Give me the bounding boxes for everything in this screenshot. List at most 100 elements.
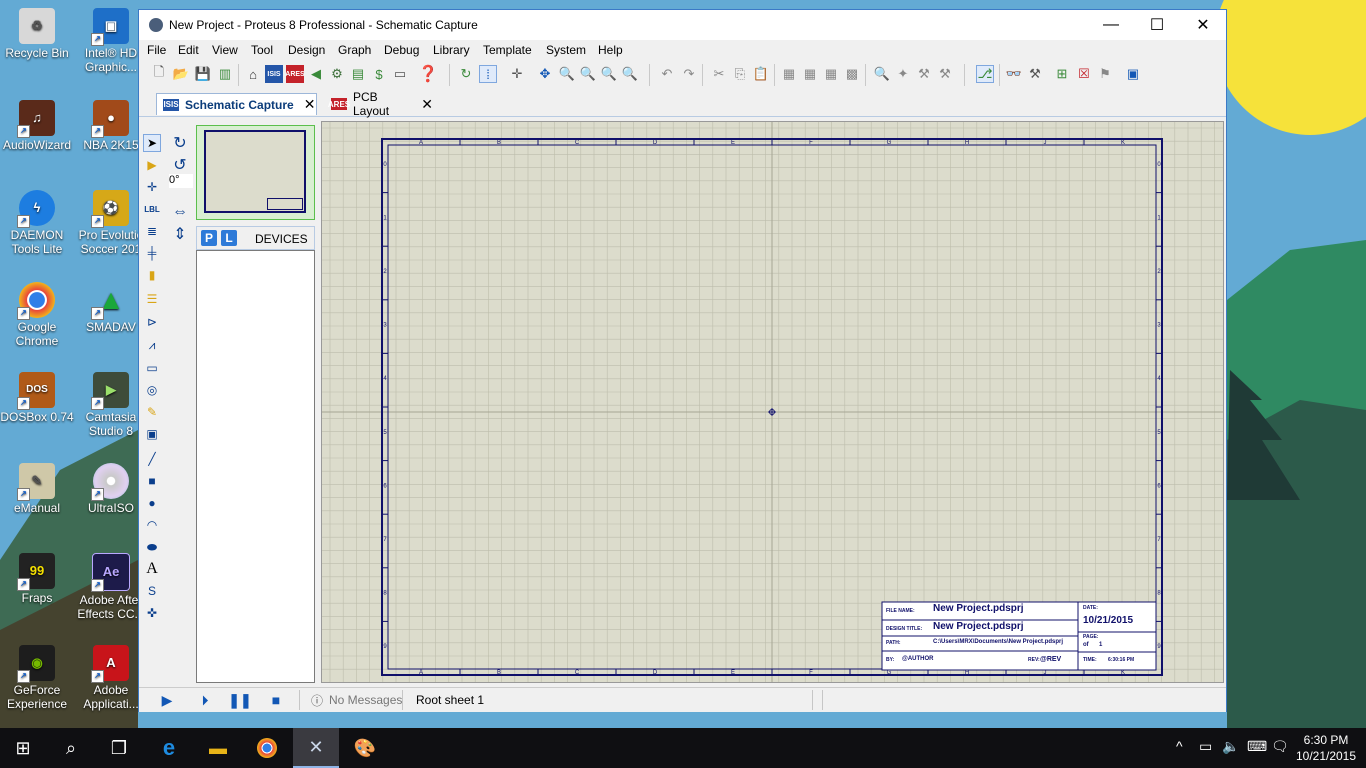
menu-system[interactable]: System xyxy=(546,43,586,57)
voltage-probe-icon[interactable]: ✎ xyxy=(143,403,161,421)
play-icon[interactable]: ▶ xyxy=(159,692,175,708)
gerber-icon[interactable]: ▭ xyxy=(391,65,409,83)
device-pins-icon[interactable]: ⊳ xyxy=(143,313,161,331)
close-tab-icon[interactable]: ✕ xyxy=(304,96,316,113)
make-device-icon[interactable]: ✦ xyxy=(894,65,912,83)
block-copy-icon[interactable]: ▦ xyxy=(780,65,798,83)
start-windows-icon[interactable]: ⊞ xyxy=(0,728,46,768)
box-icon[interactable]: ■ xyxy=(143,472,161,490)
notifications-icon[interactable]: 🗨 xyxy=(1271,738,1289,755)
cut-icon[interactable]: ✂ xyxy=(710,65,728,83)
circle-icon[interactable]: ● xyxy=(143,494,161,512)
task-view-icon[interactable]: ❐ xyxy=(96,728,142,768)
search-icon[interactable]: ⌕ xyxy=(48,728,94,768)
grid-icon[interactable]: ⁞ xyxy=(479,65,497,83)
zoom-all-icon[interactable]: 🔍 xyxy=(600,65,618,83)
save-icon[interactable]: 💾 xyxy=(194,65,212,83)
desktop-icon-daemon-tools[interactable]: ϟ ↗ DAEMON Tools Lite xyxy=(0,190,74,256)
help-icon[interactable]: ❓ xyxy=(418,65,438,83)
block-rotate-icon[interactable]: ▦ xyxy=(822,65,840,83)
subcircuit-icon[interactable]: ▮ xyxy=(143,266,161,284)
import-icon[interactable]: ▥ xyxy=(216,65,234,83)
close-button[interactable]: ✕ xyxy=(1180,10,1226,40)
new-sheet-icon[interactable]: ⊞ xyxy=(1053,65,1071,83)
rotate-anticlockwise-icon[interactable]: ↺ xyxy=(171,156,189,174)
library-manager-button[interactable]: L xyxy=(221,230,237,246)
desktop-icon-fraps[interactable]: 99 ↗ Fraps xyxy=(0,553,74,605)
device-list[interactable] xyxy=(196,250,315,683)
edge-icon[interactable]: e xyxy=(146,728,192,768)
menu-graph[interactable]: Graph xyxy=(338,43,371,57)
component-icon[interactable]: ⚙ xyxy=(328,65,346,83)
property-tool-icon[interactable]: ⚒ xyxy=(1026,65,1044,83)
document-icon[interactable]: $ xyxy=(370,65,388,83)
mirror-horizontal-icon[interactable]: ⇔ xyxy=(171,203,189,221)
symbol-icon[interactable]: S xyxy=(143,582,161,600)
design-explorer-icon[interactable]: ▣ xyxy=(1124,65,1142,83)
back-icon[interactable]: ◀ xyxy=(307,65,325,83)
desktop-icon-dosbox[interactable]: DOS ↗ DOSBox 0.74 xyxy=(0,372,74,424)
exit-to-parent-icon[interactable]: ⚑ xyxy=(1096,65,1114,83)
search-tag-icon[interactable]: 👓 xyxy=(1005,65,1023,83)
virtual-instruments-icon[interactable]: ▣ xyxy=(143,425,161,443)
pcb-icon[interactable]: ARES xyxy=(285,65,305,83)
menu-design[interactable]: Design xyxy=(288,43,325,57)
desktop-icon-ultraiso[interactable]: ↗ UltraISO xyxy=(74,463,148,515)
desktop-icon-pes[interactable]: ⚽ ↗ Pro Evolutio Soccer 201 xyxy=(74,190,148,256)
block-delete-icon[interactable]: ▩ xyxy=(843,65,861,83)
path-icon[interactable]: ⬬ xyxy=(143,538,161,556)
text-icon[interactable]: A xyxy=(143,560,161,578)
pick-device-button[interactable]: P xyxy=(201,230,217,246)
zoom-in-icon[interactable]: 🔍 xyxy=(558,65,576,83)
desktop-icon-audiowizard[interactable]: ♫ ↗ AudioWizard xyxy=(0,100,74,152)
graph-icon[interactable]: ⩘ xyxy=(143,336,161,354)
maximize-button[interactable]: ☐ xyxy=(1134,10,1180,40)
desktop-icon-nba-2k15[interactable]: ● ↗ NBA 2K15 xyxy=(74,100,148,152)
line-icon[interactable]: ╱ xyxy=(143,450,161,468)
pick-device-icon[interactable]: 🔍 xyxy=(873,65,891,83)
terminals-icon[interactable]: ☰ xyxy=(143,290,161,308)
desktop-icon-recycle-bin[interactable]: ♻ Recycle Bin xyxy=(0,8,74,60)
desktop-icon-smadav[interactable]: ▲ ↗ SMADAV xyxy=(74,282,148,335)
desktop-icon-geforce[interactable]: ◉ ↗ GeForce Experience xyxy=(0,645,74,711)
schematic-icon[interactable]: ISIS xyxy=(265,65,283,83)
selection-mode-icon[interactable]: ➤ xyxy=(143,134,161,152)
schematic-editing-area[interactable]: AABBCCDDEEFFGGHHJJKK00112233445566778899… xyxy=(321,121,1224,683)
file-explorer-icon[interactable]: ▬ xyxy=(195,728,241,768)
component-mode-icon[interactable]: ▶ xyxy=(143,156,161,174)
stop-icon[interactable]: ■ xyxy=(268,692,284,708)
menu-help[interactable]: Help xyxy=(598,43,623,57)
arc-icon[interactable]: ◠ xyxy=(143,516,161,534)
system-clock[interactable]: 6:30 PM 10/21/2015 xyxy=(1294,732,1358,764)
close-tab-icon[interactable]: ✕ xyxy=(421,96,433,113)
volume-icon[interactable]: 🔈 xyxy=(1222,738,1239,755)
pause-icon[interactable]: ❚❚ xyxy=(228,692,251,708)
rotation-angle-field[interactable]: 0° xyxy=(169,174,193,188)
open-folder-icon[interactable]: 📂 xyxy=(172,65,190,83)
marker-icon[interactable]: ✜ xyxy=(143,604,161,622)
wire-label-icon[interactable]: LBL xyxy=(143,200,161,218)
battery-icon[interactable]: ▭ xyxy=(1199,738,1212,755)
desktop-icon-after-effects[interactable]: Ae ↗ Adobe After Effects CC... xyxy=(74,553,148,621)
menu-view[interactable]: View xyxy=(212,43,238,57)
remove-sheet-icon[interactable]: ☒ xyxy=(1075,65,1093,83)
tab-pcb-layout[interactable]: ARES PCB Layout ✕ xyxy=(325,90,433,118)
tape-recorder-icon[interactable]: ▭ xyxy=(143,359,161,377)
paste-icon[interactable]: 📋 xyxy=(752,65,770,83)
proteus-taskbar-icon[interactable]: ✕ xyxy=(293,728,339,768)
mirror-vertical-icon[interactable]: ⇕ xyxy=(171,225,189,243)
messages-status[interactable]: No Messages xyxy=(329,693,402,707)
desktop-icon-intel-graphics[interactable]: ▣ ↗ Intel® HD Graphic... xyxy=(74,8,148,74)
refresh-icon[interactable]: ↻ xyxy=(457,65,475,83)
desktop-icon-adobe-application[interactable]: A ↗ Adobe Applicati... xyxy=(74,645,148,711)
menu-tool[interactable]: Tool xyxy=(251,43,273,57)
rotate-clockwise-icon[interactable]: ↻ xyxy=(171,134,189,152)
desktop-icon-camtasia[interactable]: ▶ ↗ Camtasia Studio 8 xyxy=(74,372,148,438)
menu-edit[interactable]: Edit xyxy=(178,43,199,57)
text-script-icon[interactable]: ≣ xyxy=(143,222,161,240)
home-icon[interactable]: ⌂ xyxy=(244,65,262,83)
tab-schematic-capture[interactable]: ISIS Schematic Capture ✕ xyxy=(156,93,317,115)
block-move-icon[interactable]: ▦ xyxy=(801,65,819,83)
show-hidden-icons-icon[interactable]: ^ xyxy=(1176,738,1183,754)
step-icon[interactable]: ⏵ xyxy=(197,692,213,708)
